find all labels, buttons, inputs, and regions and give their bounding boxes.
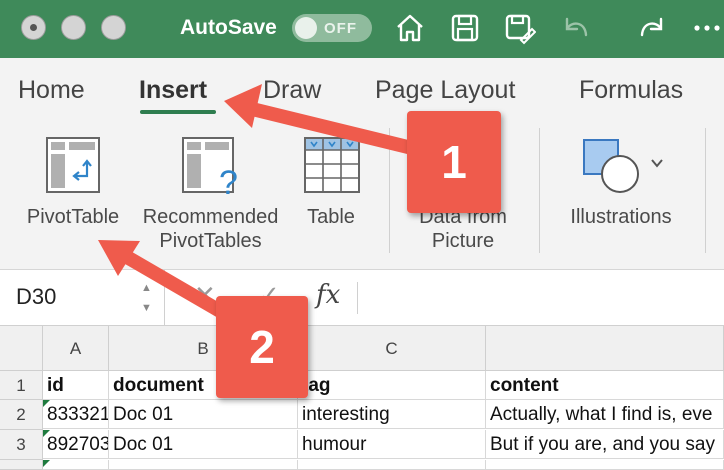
error-indicator-icon [43, 400, 50, 407]
home-icon[interactable] [393, 11, 427, 45]
row-header[interactable]: 2 [0, 400, 43, 430]
insert-function-button[interactable]: fx [316, 280, 340, 310]
table-icon [304, 137, 360, 193]
spreadsheet-grid: A B C 1 id document tag content 2 833321… [0, 326, 724, 470]
ribbon: Home Insert Draw Page Layout Formulas Pi… [0, 58, 724, 270]
ribbon-separator [539, 128, 540, 253]
recommended-pivottables-button[interactable]: ? Recommended PivotTables [133, 136, 288, 261]
autosave-state: OFF [324, 20, 357, 37]
cell-a4[interactable] [43, 460, 109, 470]
cell-d1[interactable]: content [486, 371, 724, 400]
tab-page-layout[interactable]: Page Layout [375, 76, 515, 105]
illustrations-label: Illustrations [570, 206, 672, 228]
cell-b3[interactable]: Doc 01 [109, 430, 298, 459]
ribbon-separator [705, 128, 706, 253]
pivottable-label: PivotTable [26, 206, 120, 228]
cell-c3[interactable]: humour [298, 430, 486, 459]
active-tab-indicator [140, 110, 216, 114]
formula-input[interactable] [366, 276, 720, 320]
minimize-window-button[interactable] [61, 15, 86, 40]
data-from-label-line2: Picture [431, 230, 495, 252]
toggle-knob [295, 17, 317, 39]
autosave-toggle[interactable]: OFF [292, 14, 372, 42]
cell-d3[interactable]: But if you are, and you say [486, 430, 724, 459]
formula-bar: D30 ▲ ▼ ✕ ✓ fx [0, 270, 724, 326]
error-indicator-icon [43, 430, 50, 437]
zoom-window-button[interactable] [101, 15, 126, 40]
tab-formulas[interactable]: Formulas [579, 76, 683, 105]
cell-a2[interactable]: 833321 [43, 400, 109, 429]
save-as-icon[interactable] [502, 11, 537, 45]
name-box-stepper-icon[interactable]: ▲ ▼ [141, 278, 152, 318]
pivottable-button[interactable]: PivotTable [18, 136, 128, 246]
cell-a1[interactable]: id [43, 371, 109, 400]
cell-c2[interactable]: interesting [298, 400, 486, 429]
column-header-d[interactable] [486, 326, 724, 371]
cell-c4[interactable] [298, 460, 486, 470]
pivottable-icon [46, 137, 100, 193]
close-window-button[interactable] [21, 15, 46, 40]
row-header[interactable]: 3 [0, 430, 43, 460]
illustrations-button[interactable]: Illustrations [556, 136, 686, 246]
select-all-corner[interactable] [0, 326, 43, 371]
tab-draw[interactable]: Draw [263, 76, 321, 105]
cell-b4[interactable] [109, 460, 298, 470]
cell-b2[interactable]: Doc 01 [109, 400, 298, 429]
column-header-c[interactable]: C [298, 326, 486, 371]
tab-insert[interactable]: Insert [139, 76, 207, 105]
illustrations-icon [583, 139, 663, 193]
cancel-icon[interactable]: ✕ [194, 280, 216, 311]
name-box[interactable]: D30 ▲ ▼ [0, 270, 165, 326]
table-button[interactable]: Table [298, 136, 364, 246]
row-header[interactable] [0, 460, 43, 470]
error-indicator-icon [43, 460, 50, 467]
callout-2: 2 [216, 296, 308, 398]
cell-d2[interactable]: Actually, what I find is, eve [486, 400, 724, 429]
table-label: Table [307, 206, 355, 228]
name-box-value: D30 [16, 284, 57, 309]
autosave-label: AutoSave [180, 16, 277, 39]
save-icon[interactable] [448, 11, 482, 45]
redo-icon[interactable] [636, 11, 670, 45]
cell-d4[interactable] [486, 460, 724, 470]
svg-text:?: ? [219, 164, 238, 198]
recommended-pivottables-icon: ? [182, 137, 238, 198]
formula-divider [357, 282, 358, 314]
ribbon-separator [389, 128, 390, 253]
more-icon[interactable] [690, 11, 724, 45]
undo-icon[interactable] [558, 11, 592, 45]
column-header-a[interactable]: A [43, 326, 109, 371]
tab-home[interactable]: Home [18, 76, 85, 105]
title-bar: AutoSave OFF [0, 0, 724, 58]
cell-c1[interactable]: tag [298, 371, 486, 400]
cell-a3[interactable]: 892703 [43, 430, 109, 459]
callout-1: 1 [407, 111, 501, 213]
row-header[interactable]: 1 [0, 371, 43, 400]
recommended-label-line1: Recommended [142, 206, 279, 228]
recommended-label-line2: PivotTables [159, 230, 262, 252]
